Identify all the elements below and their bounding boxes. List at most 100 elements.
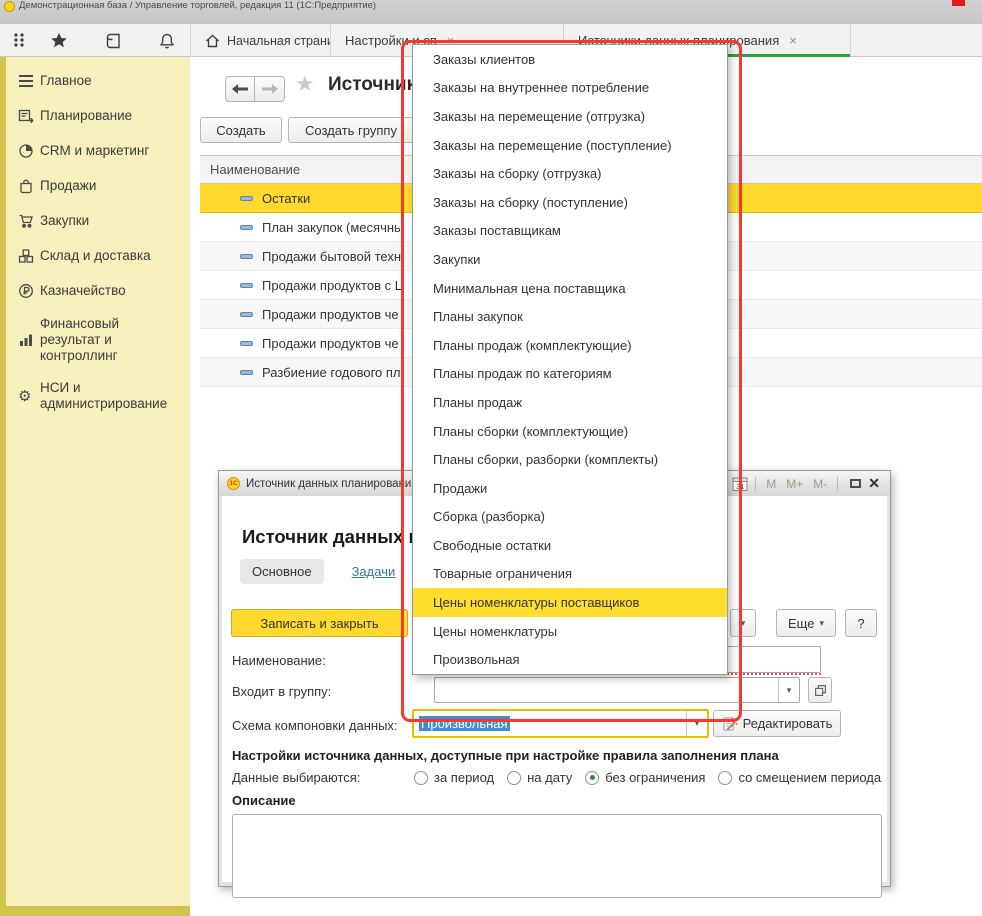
dropdown-item[interactable]: Продажи (413, 474, 727, 503)
dialog-close-icon[interactable]: ✕ (868, 475, 880, 492)
radio-za-period[interactable]: за период (414, 770, 494, 785)
edit-scheme-button[interactable]: Редактировать (713, 710, 841, 737)
forward-button[interactable] (255, 76, 285, 102)
sidebar-item-planirovanie[interactable]: Планирование (6, 98, 190, 133)
tab-label: Начальная страница (227, 34, 330, 48)
description-textarea[interactable] (232, 814, 882, 898)
sidebar-item-label: НСИ и администрирование (40, 380, 182, 412)
notifications-bell-icon[interactable] (154, 28, 180, 54)
home-icon (205, 34, 220, 48)
sidebar-item-zakupki[interactable]: Закупки (6, 203, 190, 238)
dropdown-item[interactable]: Заказы на внутреннее потребление (413, 74, 727, 103)
data-selection-label: Данные выбираются: (232, 770, 414, 785)
dropdown-item[interactable]: Сборка (разборка) (413, 503, 727, 532)
history-nav (225, 76, 285, 102)
dropdown-item[interactable]: Заказы на сборку (отгрузка) (413, 159, 727, 188)
create-button[interactable]: Создать (200, 117, 282, 143)
dropdown-item-highlighted[interactable]: Цены номенклатуры поставщиков (413, 588, 727, 617)
favorites-star-icon[interactable] (46, 28, 72, 54)
calc-memory-button[interactable]: M (766, 477, 776, 491)
dropdown-item[interactable]: Заказы на перемещение (отгрузка) (413, 102, 727, 131)
dropdown-item[interactable]: Планы продаж (413, 388, 727, 417)
dropdown-item[interactable]: Планы продаж по категориям (413, 360, 727, 389)
item-dash-icon (240, 312, 253, 317)
dropdown-item[interactable]: Заказы клиентов (413, 45, 727, 74)
history-icon[interactable] (100, 28, 126, 54)
dots-grid-icon (11, 32, 27, 50)
window-close-button[interactable] (952, 0, 965, 6)
sidebar-item-kaznacheystvo[interactable]: Казначейство (6, 273, 190, 308)
gear-icon: ⚙ (18, 389, 40, 404)
sidebar-item-label: Закупки (40, 213, 89, 229)
sidebar-item-label: Казначейство (40, 283, 126, 299)
radio-na-datu[interactable]: на дату (507, 770, 572, 785)
dropdown-item[interactable]: Планы закупок (413, 302, 727, 331)
dropdown-item[interactable]: Заказы на перемещение (поступление) (413, 131, 727, 160)
nav-main-chip[interactable]: Основное (240, 559, 324, 584)
tab-home[interactable]: Начальная страница (190, 24, 330, 57)
hidden-dropdown-button[interactable]: ▾ (730, 609, 756, 637)
sidebar-item-nsi-administrirovanie[interactable]: ⚙ НСИ и администрирование (6, 372, 190, 420)
back-button[interactable] (225, 76, 255, 102)
sidebar-item-prodazhi[interactable]: Продажи (6, 168, 190, 203)
dropdown-item[interactable]: Закупки (413, 245, 727, 274)
sidebar-item-sklad-dostavka[interactable]: Склад и доставка (6, 238, 190, 273)
save-and-close-button[interactable]: Записать и закрыть (231, 609, 408, 637)
open-group-button[interactable] (808, 677, 832, 703)
calendar-31-icon[interactable]: 31 (732, 476, 748, 492)
settings-heading: Настройки источника данных, доступные пр… (232, 748, 779, 763)
group-label: Входит в группу: (232, 684, 331, 699)
item-dash-icon (240, 341, 253, 346)
bar-chart-icon (18, 332, 40, 348)
dropdown-item[interactable]: Планы сборки, разборки (комплекты) (413, 445, 727, 474)
sidebar-item-finrezultat-kontrolling[interactable]: Финансовый результат и контроллинг (6, 308, 190, 372)
planning-icon (18, 108, 40, 124)
calc-memory-plus-button[interactable]: M+ (786, 477, 803, 491)
scheme-label: Схема компоновки данных: (232, 718, 398, 733)
group-combo[interactable]: ▾ (434, 677, 800, 703)
more-button[interactable]: Еще ▾ (776, 609, 836, 637)
dropdown-item[interactable]: Заказы поставщикам (413, 217, 727, 246)
name-label: Наименование: (232, 653, 326, 668)
ruble-circle-icon (18, 283, 40, 299)
open-in-window-icon (815, 685, 826, 696)
chevron-down-icon[interactable]: ▾ (686, 711, 707, 736)
dropdown-item[interactable]: Товарные ограничения (413, 560, 727, 589)
sidebar-item-glavnoe[interactable]: Главное (6, 63, 190, 98)
warehouse-boxes-icon (18, 248, 40, 264)
radio-circle (718, 771, 732, 785)
pie-chart-icon (18, 143, 40, 159)
tab-close-icon[interactable]: × (789, 33, 797, 48)
dropdown-item[interactable]: Планы продаж (комплектующие) (413, 331, 727, 360)
nav-tasks-link[interactable]: Задачи (352, 564, 396, 579)
shopping-bag-icon (18, 178, 40, 194)
dropdown-item[interactable]: Произвольная (413, 645, 727, 674)
radio-so-smescheniem[interactable]: со смещением периода (718, 770, 881, 785)
item-dash-icon (240, 254, 253, 259)
maximize-icon[interactable] (850, 479, 861, 488)
magic-wand-edit-icon (722, 716, 738, 732)
dropdown-item[interactable]: Минимальная цена поставщика (413, 274, 727, 303)
dialog-heading: Источник данных пл (242, 526, 431, 548)
create-group-button[interactable]: Создать группу (288, 117, 414, 143)
chevron-down-icon: ▾ (819, 618, 824, 629)
radio-circle (507, 771, 521, 785)
app-window: Демонстрационная база / Управление торго… (0, 0, 982, 916)
service-menu-icon[interactable] (6, 28, 32, 54)
shopping-cart-icon (18, 213, 40, 229)
dropdown-item[interactable]: Свободные остатки (413, 531, 727, 560)
chevron-down-icon[interactable]: ▾ (778, 678, 799, 702)
favorite-star-icon[interactable]: ★ (295, 71, 315, 97)
dropdown-item[interactable]: Цены номенклатуры (413, 617, 727, 646)
window-titlebar: Демонстрационная база / Управление торго… (0, 0, 982, 24)
radio-bez-ogranicheniya[interactable]: без ограничения (585, 770, 705, 785)
scheme-combo[interactable]: Произвольная ▾ (412, 709, 709, 738)
help-button[interactable]: ? (845, 609, 877, 637)
sidebar-item-crm-marketing[interactable]: CRM и маркетинг (6, 133, 190, 168)
dropdown-item[interactable]: Планы сборки (комплектующие) (413, 417, 727, 446)
sections-sidebar: Главное Планирование CRM и маркетинг Про… (6, 57, 190, 906)
item-dash-icon (240, 370, 253, 375)
dropdown-item[interactable]: Заказы на сборку (поступление) (413, 188, 727, 217)
calc-memory-minus-button[interactable]: M- (813, 477, 827, 491)
radio-circle (414, 771, 428, 785)
